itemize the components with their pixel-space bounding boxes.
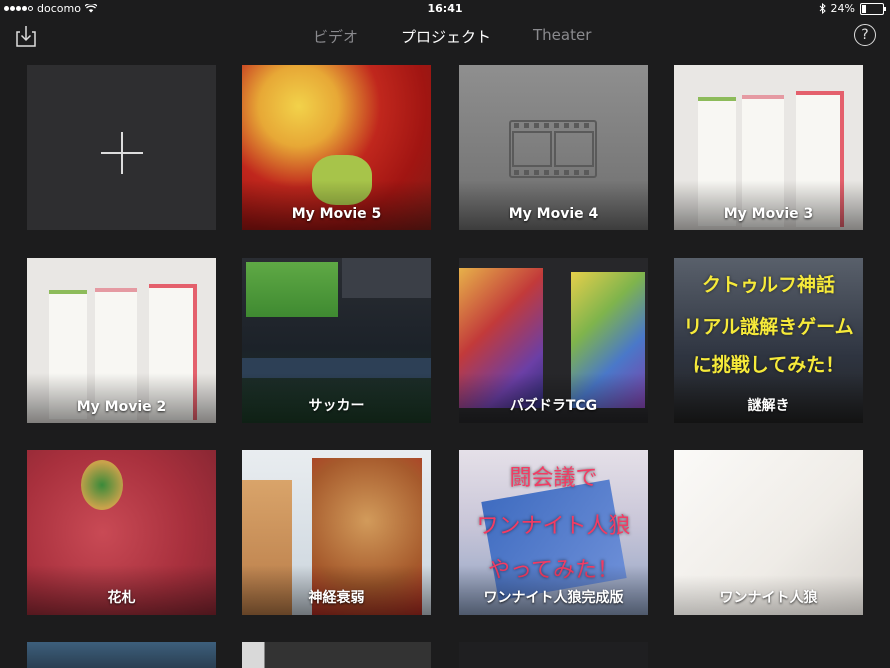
- project-tile[interactable]: My Movie 4: [459, 65, 648, 230]
- thumbnail-caption: クトゥルフ神話: [701, 274, 835, 296]
- project-label: パズドラTCG: [509, 398, 598, 414]
- help-button[interactable]: ?: [854, 24, 876, 46]
- project-tile[interactable]: パズドラTCG: [459, 258, 648, 423]
- status-right: 24%: [819, 2, 886, 15]
- label-shade: [27, 373, 216, 423]
- project-label: My Movie 4: [508, 206, 599, 222]
- battery-percent: 24%: [830, 2, 855, 15]
- thumbnail-caption: リアル謎解きゲーム: [683, 316, 854, 338]
- project-label: 謎解き: [747, 398, 790, 414]
- nav-bar: ビデオ プロジェクト Theater ?: [0, 18, 890, 54]
- tab-theater[interactable]: Theater: [533, 26, 591, 44]
- project-label: ワンナイト人狼完成版: [483, 590, 624, 606]
- project-label: My Movie 5: [291, 206, 382, 222]
- thumbnail-caption: 闘会議で: [509, 466, 598, 491]
- battery-icon: [860, 2, 886, 15]
- status-bar: docomo 16:41 24%: [0, 0, 890, 18]
- import-icon[interactable]: [15, 24, 37, 48]
- plus-icon-vertical: [121, 132, 123, 174]
- project-label: サッカー: [308, 398, 365, 414]
- project-tile[interactable]: My Movie 3: [674, 65, 863, 230]
- screen-image: [246, 262, 338, 317]
- tab-projects[interactable]: プロジェクト: [401, 26, 491, 47]
- label-shade: [459, 180, 648, 230]
- project-label: My Movie 3: [723, 206, 814, 222]
- project-tile[interactable]: 神経衰弱: [242, 450, 431, 615]
- project-tile[interactable]: 花札: [27, 450, 216, 615]
- new-project-button[interactable]: [27, 65, 216, 230]
- label-shade: [242, 180, 431, 230]
- project-tile-partial[interactable]: [242, 642, 431, 668]
- project-label: My Movie 2: [76, 399, 167, 415]
- project-tile[interactable]: サッカー: [242, 258, 431, 423]
- charm-image: [81, 460, 123, 510]
- project-tile-partial[interactable]: [27, 642, 216, 668]
- project-tile[interactable]: 闘会議で ワンナイト人狼 やってみた！ ワンナイト人狼完成版: [459, 450, 648, 615]
- project-tile[interactable]: My Movie 5: [242, 65, 431, 230]
- film-strip-icon: [509, 120, 597, 178]
- battery-fill: [862, 4, 866, 13]
- label-shade: [674, 180, 863, 230]
- project-tile-partial[interactable]: [459, 642, 648, 668]
- project-label: ワンナイト人狼: [719, 590, 818, 606]
- project-label: 神経衰弱: [308, 590, 365, 606]
- project-tile[interactable]: ワンナイト人狼: [674, 450, 863, 615]
- tab-video[interactable]: ビデオ: [313, 26, 358, 47]
- bluetooth-icon: [819, 3, 826, 14]
- project-tile[interactable]: My Movie 2: [27, 258, 216, 423]
- clock: 16:41: [427, 2, 463, 15]
- venue-ceiling: [342, 258, 431, 298]
- project-tile[interactable]: クトゥルフ神話 リアル謎解きゲーム に挑戦してみた！ 謎解き: [674, 258, 863, 423]
- project-label: 花札: [107, 590, 136, 606]
- thumbnail-caption: ワンナイト人狼: [476, 514, 631, 539]
